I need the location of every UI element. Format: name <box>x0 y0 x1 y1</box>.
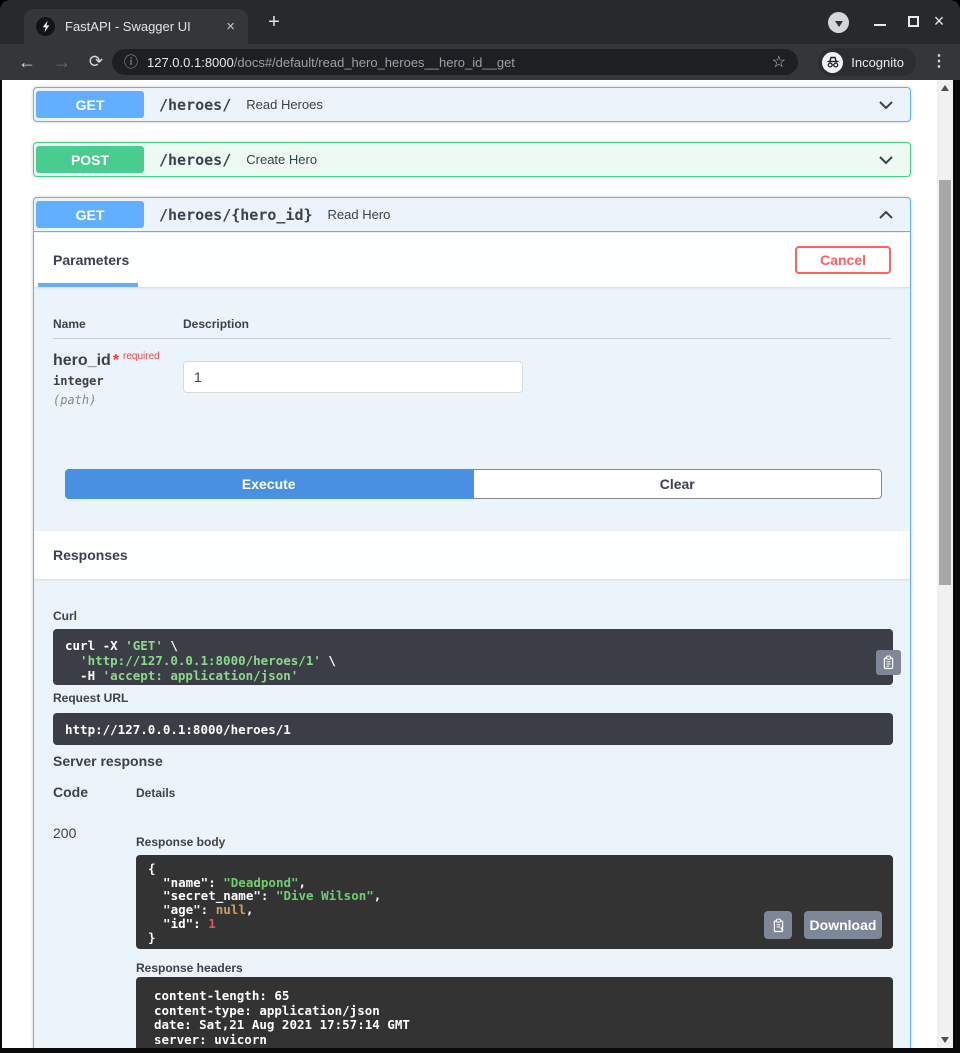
required-label: required <box>123 351 160 362</box>
opblock-summary-get-heroes[interactable]: GET /heroes/ Read Heroes <box>34 88 910 121</box>
server-response-label: Server response <box>53 753 163 769</box>
method-badge-post: POST <box>36 146 144 173</box>
request-url-block: http://127.0.0.1:8000/heroes/1 <box>53 713 893 745</box>
name-column-header: Name <box>53 317 86 331</box>
incognito-icon <box>822 51 844 73</box>
json-row: "secret_name": "Dive Wilson", <box>148 888 382 904</box>
download-button[interactable]: Download <box>804 911 882 939</box>
endpoint-summary: Create Hero <box>246 152 318 167</box>
scroll-down-icon[interactable] <box>941 1037 949 1043</box>
url-bar[interactable]: ⓘ 127.0.0.1:8000/docs#/default/read_hero… <box>112 49 798 75</box>
opblock-get-heroes: GET /heroes/ Read Heroes <box>33 87 911 122</box>
responses-title: Responses <box>53 547 128 563</box>
opblock-summary-get-hero-by-id[interactable]: GET /heroes/{hero_id} Read Hero <box>34 198 910 232</box>
browser-window: FastAPI - Swagger UI × + × ← → ⟳ ⓘ 127.0… <box>0 0 960 1053</box>
active-tab-underline <box>38 283 138 287</box>
header-line: server: uvicorn <box>154 1031 267 1047</box>
endpoint-path: /heroes/ <box>159 95 232 114</box>
url-host: 127.0.0.1:8000 <box>147 54 234 70</box>
incognito-badge: Incognito <box>818 48 916 76</box>
scrollbar-thumb[interactable] <box>939 180 951 585</box>
opblock-get-hero-by-id: GET /heroes/{hero_id} Read Hero Paramete… <box>33 197 911 1048</box>
endpoint-summary: Read Heroes <box>246 97 323 112</box>
header-line: content-type: application/json <box>154 1002 380 1018</box>
incognito-label: Incognito <box>851 54 904 70</box>
response-body-label: Response body <box>136 835 226 849</box>
param-type: integer <box>53 374 104 388</box>
endpoint-path: /heroes/{hero_id} <box>159 205 313 224</box>
copy-curl-button[interactable] <box>876 650 901 675</box>
curl-line: -H 'accept: application/json' <box>65 668 299 683</box>
tab-parameters[interactable]: Parameters <box>53 252 129 268</box>
close-window-button[interactable]: × <box>928 10 950 32</box>
browser-toolbar: ← → ⟳ ⓘ 127.0.0.1:8000/docs#/default/rea… <box>0 44 960 80</box>
forward-icon[interactable]: → <box>50 51 74 73</box>
parameters-header-bar: Parameters Cancel <box>34 233 910 287</box>
tab-close-icon[interactable]: × <box>221 17 240 36</box>
browser-tab[interactable]: FastAPI - Swagger UI × <box>24 9 248 44</box>
browser-titlebar: FastAPI - Swagger UI × + × <box>0 0 960 44</box>
fastapi-favicon-icon <box>36 17 55 36</box>
endpoint-path: /heroes/ <box>159 150 232 169</box>
curl-line: curl -X 'GET' \ <box>65 638 178 653</box>
response-headers-label: Response headers <box>136 961 243 975</box>
execute-button[interactable]: Execute <box>65 469 473 499</box>
minimize-button[interactable] <box>874 24 886 26</box>
cancel-button[interactable]: Cancel <box>795 246 891 274</box>
code-column-header: Code <box>53 784 88 800</box>
tab-title: FastAPI - Swagger UI <box>65 19 191 34</box>
details-column-header: Details <box>136 786 176 800</box>
swagger-page: GET /heroes/ Read Heroes POST /heroes/ C… <box>2 80 953 1048</box>
chevron-down-icon[interactable] <box>876 95 896 115</box>
response-headers-block: content-length: 65 content-type: applicat… <box>136 977 893 1048</box>
request-url-label: Request URL <box>53 691 129 705</box>
curl-line: 'http://127.0.0.1:8000/heroes/1' \ <box>65 653 336 668</box>
param-name: hero_id * required <box>53 351 160 369</box>
back-icon[interactable]: ← <box>15 51 39 73</box>
header-line: date: Sat,21 Aug 2021 17:57:14 GMT <box>154 1017 410 1033</box>
url-text: 127.0.0.1:8000/docs#/default/read_hero_h… <box>147 55 515 70</box>
curl-label: Curl <box>53 609 77 623</box>
chevron-up-icon[interactable] <box>876 205 896 225</box>
json-row: "name": "Deadpond", <box>148 874 307 890</box>
page-scrollbar[interactable] <box>937 80 953 1048</box>
site-info-icon[interactable]: ⓘ <box>124 52 138 72</box>
curl-command-block: curl -X 'GET' \ 'http://127.0.0.1:8000/h… <box>53 629 893 685</box>
reload-icon[interactable]: ⟳ <box>84 51 108 73</box>
responses-header-bar: Responses <box>34 531 910 579</box>
method-badge-get: GET <box>36 91 144 118</box>
header-line: content-length: 65 <box>154 988 290 1003</box>
table-header-divider <box>53 338 891 339</box>
method-badge-get: GET <box>36 201 144 228</box>
clear-button[interactable]: Clear <box>472 469 882 499</box>
param-location: (path) <box>53 393 97 407</box>
hero-id-input[interactable] <box>183 361 523 393</box>
browser-profile-icon[interactable] <box>828 12 849 33</box>
description-column-header: Description <box>183 317 250 331</box>
opblock-post-heroes: POST /heroes/ Create Hero <box>33 142 911 177</box>
execute-row: Execute Clear <box>65 469 882 499</box>
copy-response-button[interactable] <box>764 911 792 939</box>
bookmark-star-icon[interactable]: ☆ <box>772 52 786 72</box>
endpoint-summary: Read Hero <box>327 207 391 222</box>
status-code: 200 <box>53 825 77 841</box>
scroll-up-icon[interactable] <box>941 85 949 91</box>
browser-menu-icon[interactable]: ⋮ <box>930 51 948 73</box>
maximize-button[interactable] <box>908 16 919 27</box>
opblock-summary-post-heroes[interactable]: POST /heroes/ Create Hero <box>34 143 910 176</box>
chevron-down-icon[interactable] <box>876 150 896 170</box>
new-tab-button[interactable]: + <box>262 12 286 32</box>
url-path: /docs#/default/read_hero_heroes__hero_id… <box>233 54 515 70</box>
required-asterisk: * <box>112 352 120 369</box>
